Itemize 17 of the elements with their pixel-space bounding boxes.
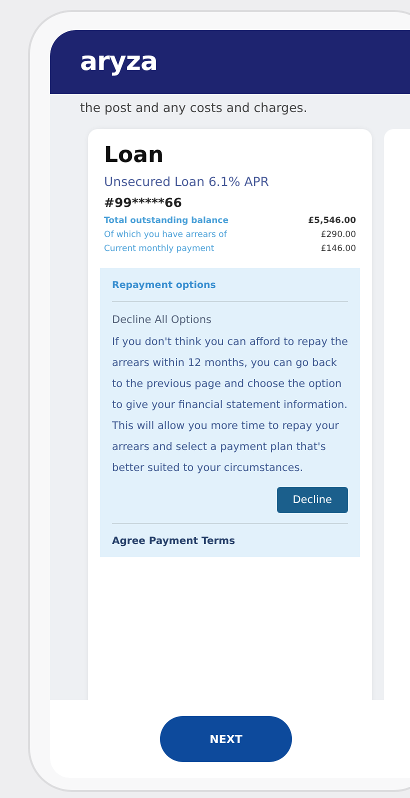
balance-label: Current monthly payment <box>104 244 214 254</box>
balance-label: Total outstanding balance <box>104 216 228 226</box>
balance-value: £146.00 <box>320 244 356 254</box>
balance-label: Of which you have arrears of <box>104 230 227 240</box>
intro-text: the post and any costs and charges. <box>80 100 308 115</box>
loan-subtitle: Unsecured Loan 6.1% APR <box>104 174 270 189</box>
decline-button[interactable]: Decline <box>276 487 348 513</box>
balance-value: £290.00 <box>320 230 356 240</box>
panel-heading: Repayment options <box>112 278 348 302</box>
account-number: #99*****66 <box>104 195 183 210</box>
brand-logo: aryza <box>80 47 158 77</box>
option-title: Agree Payment Terms <box>112 536 236 547</box>
option-title: Decline All Options <box>112 314 212 326</box>
next-button[interactable]: NEXT <box>160 716 292 762</box>
card-title: Loan <box>104 143 165 168</box>
option-description: If you don't think you can afford to repay the arrears within 12 months, you can go back to the previous page and choose the option to give your financial statement information. This will allow you more time to repay your arrears and select a payment plan that's better suited to your circumstances. <box>112 335 348 476</box>
balance-value: £5,546.00 <box>308 216 356 226</box>
